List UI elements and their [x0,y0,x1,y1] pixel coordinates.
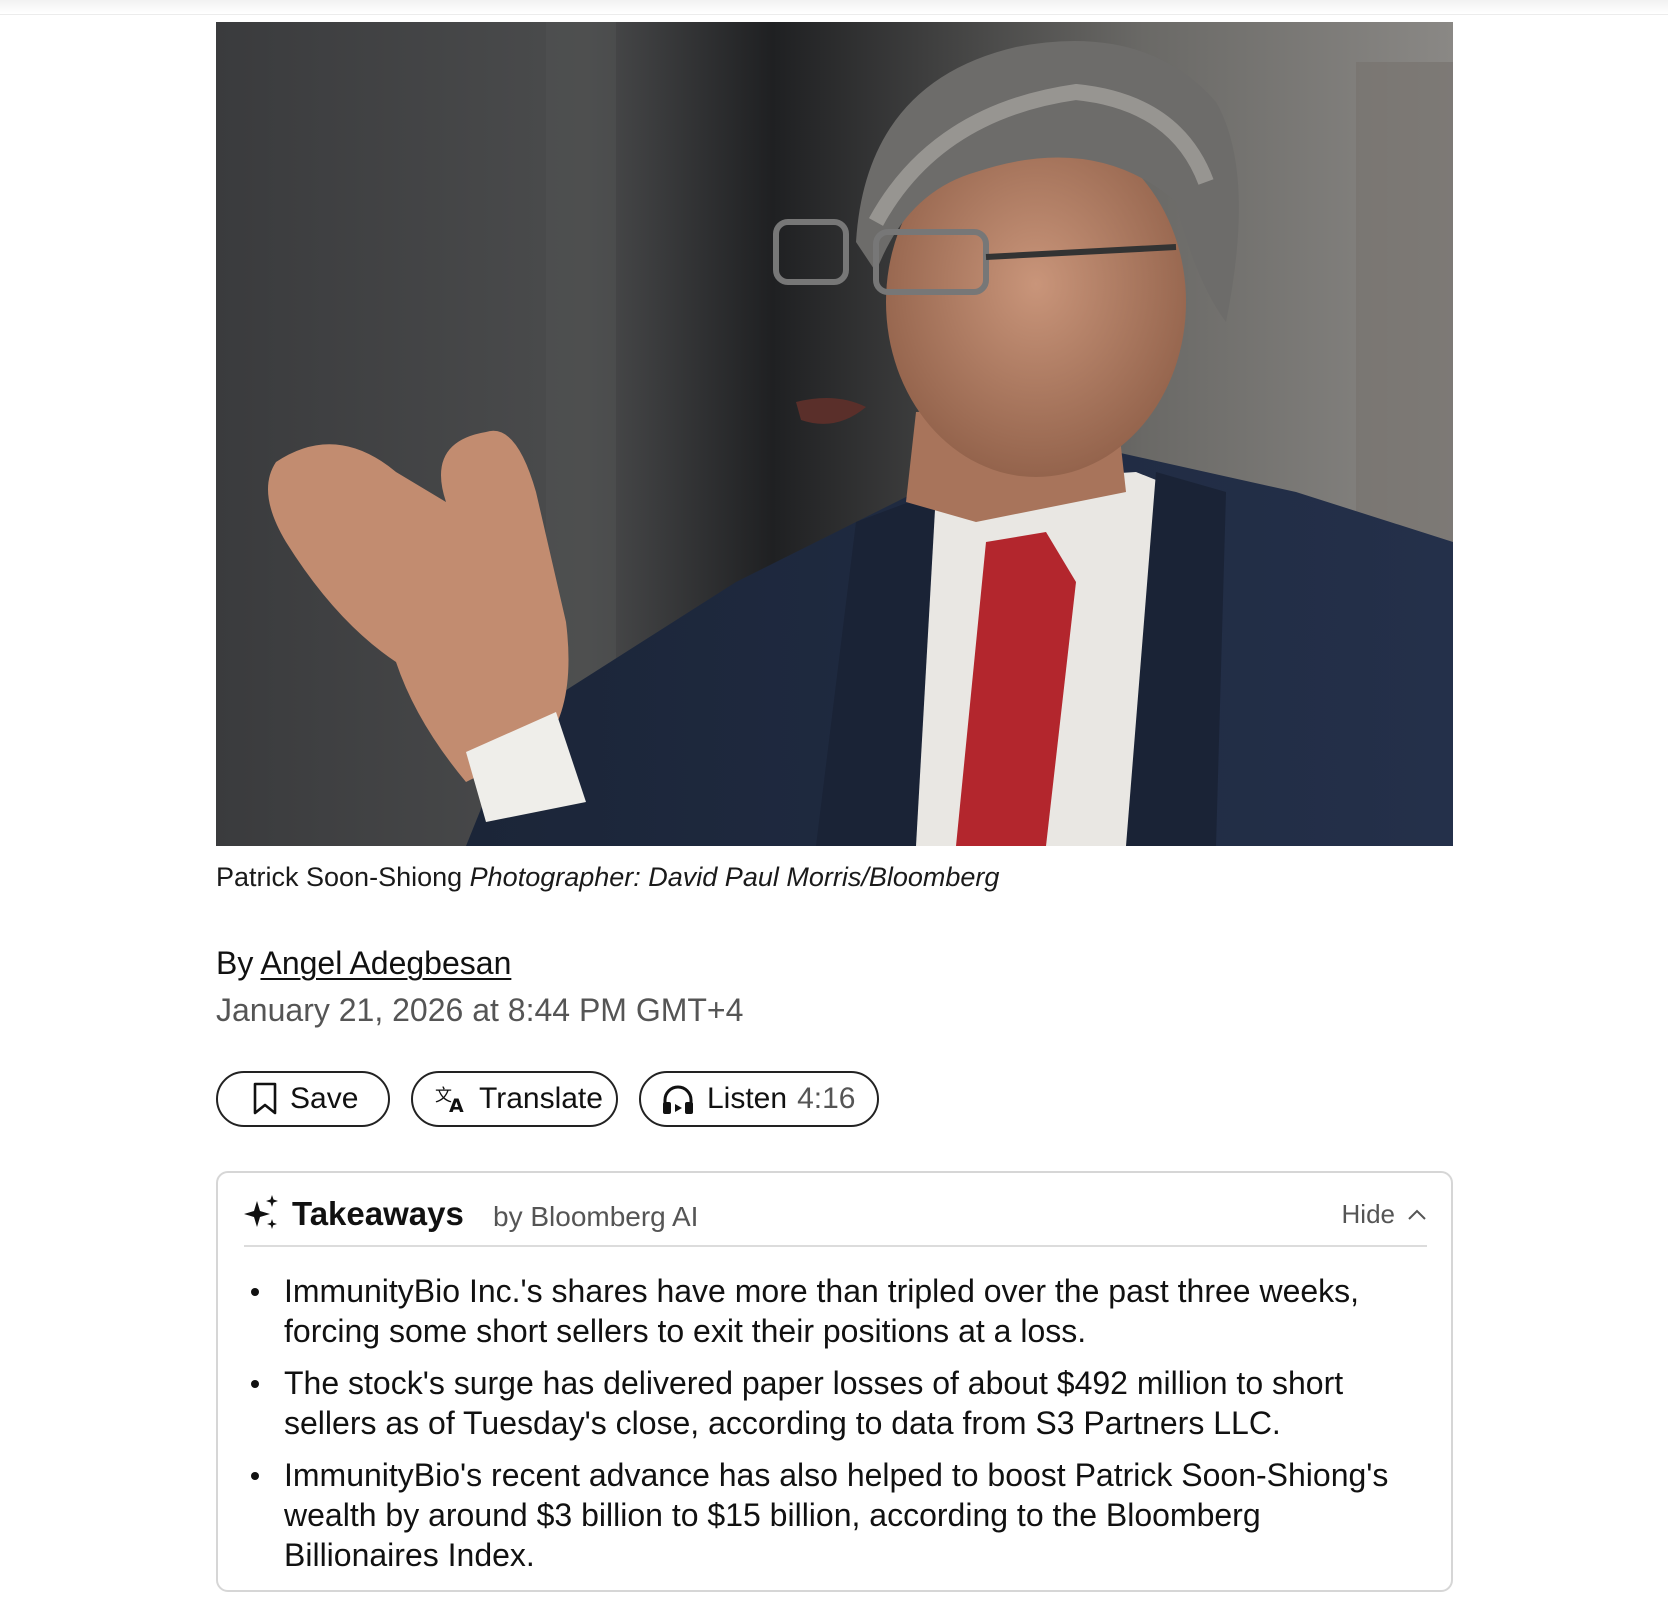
takeaway-item: The stock's surge has delivered paper lo… [248,1363,1411,1443]
listen-button[interactable]: Listen 4:16 [639,1071,879,1127]
takeaways-list: ImmunityBio Inc.'s shares have more than… [248,1271,1411,1587]
hide-label: Hide [1341,1199,1395,1229]
save-button[interactable]: Save [216,1071,390,1127]
takeaway-item: ImmunityBio's recent advance has also he… [248,1455,1411,1575]
byline-prefix: By [216,945,254,981]
byline: By Angel Adegbesan [216,945,511,982]
takeaways-title: Takeaways [292,1195,464,1232]
takeaway-item: ImmunityBio Inc.'s shares have more than… [248,1271,1411,1351]
sparkle-icon [244,1195,278,1229]
caption-subject: Patrick Soon-Shiong [216,862,463,892]
translate-icon: 文 A [435,1086,464,1114]
takeaways-header: Takeaways by Bloomberg AI Hide [244,1193,1427,1247]
listen-duration: 4:16 [797,1082,856,1115]
portrait-illustration [216,22,1453,846]
translate-label: Translate [479,1082,603,1115]
headphones-icon [663,1085,693,1114]
bookmark-icon [253,1082,277,1115]
chevron-up-icon [1408,1209,1426,1220]
publish-date: January 21, 2026 at 8:44 PM GMT+4 [216,992,744,1028]
save-label: Save [290,1082,359,1115]
listen-label: Listen [707,1082,788,1115]
hide-toggle[interactable]: Hide [1342,1199,1427,1230]
caption-credit: Photographer: David Paul Morris/Bloomber… [469,862,1000,892]
browser-top-edge [0,0,1668,15]
takeaways-panel: Takeaways by Bloomberg AI Hide ImmunityB… [216,1171,1453,1592]
hero-photo [216,22,1453,846]
svg-text:A: A [449,1095,464,1114]
translate-button[interactable]: 文 A Translate [411,1071,618,1127]
author-link[interactable]: Angel Adegbesan [260,945,511,981]
photo-caption: Patrick Soon-Shiong Photographer: David … [216,862,999,893]
takeaways-source: by Bloomberg AI [493,1201,699,1232]
